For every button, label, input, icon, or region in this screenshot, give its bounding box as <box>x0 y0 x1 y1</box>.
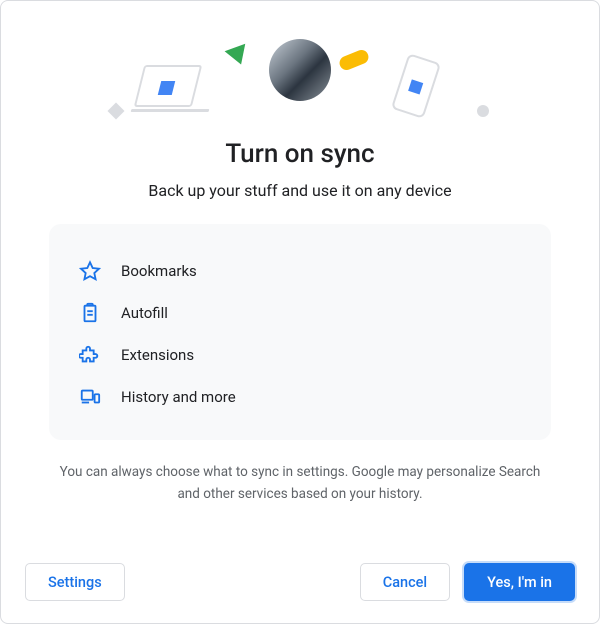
hero-illustration <box>1 1 599 131</box>
feature-label: History and more <box>121 388 236 406</box>
confirm-button[interactable]: Yes, I'm in <box>464 563 575 601</box>
settings-button[interactable]: Settings <box>25 563 125 601</box>
dialog-footer: Settings Cancel Yes, I'm in <box>1 543 599 623</box>
dialog-subtitle: Back up your stuff and use it on any dev… <box>1 181 599 200</box>
pill-shape-icon <box>337 48 370 72</box>
devices-icon <box>79 386 101 408</box>
cancel-button[interactable]: Cancel <box>360 563 450 601</box>
puzzle-icon <box>79 344 101 366</box>
feature-autofill: Autofill <box>79 292 521 334</box>
disclaimer-text: You can always choose what to sync in se… <box>55 462 545 505</box>
feature-label: Bookmarks <box>121 262 197 280</box>
sync-dialog: Turn on sync Back up your stuff and use … <box>0 0 600 624</box>
feature-label: Autofill <box>121 304 168 322</box>
phone-icon <box>391 53 441 119</box>
dot-shape-icon <box>477 105 489 117</box>
avatar <box>269 39 331 101</box>
feature-extensions: Extensions <box>79 334 521 376</box>
star-icon <box>79 260 101 282</box>
feature-history: History and more <box>79 376 521 418</box>
feature-bookmarks: Bookmarks <box>79 250 521 292</box>
diamond-shape-icon <box>108 103 125 120</box>
laptop-icon <box>131 65 205 113</box>
dialog-title: Turn on sync <box>1 139 599 169</box>
triangle-shape-icon <box>225 44 252 68</box>
clipboard-icon <box>79 302 101 324</box>
feature-label: Extensions <box>121 346 194 364</box>
features-panel: Bookmarks Autofill Extensions History an… <box>49 224 551 440</box>
